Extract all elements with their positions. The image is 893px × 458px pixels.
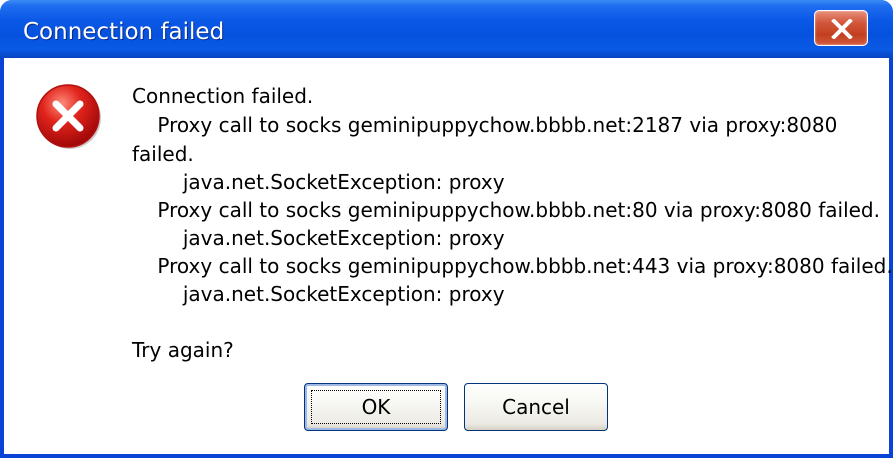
message-line: java.net.SocketException: proxy: [132, 282, 505, 306]
ok-button-label: OK: [361, 395, 391, 419]
message-line: java.net.SocketException: proxy: [132, 226, 505, 250]
message-line: Proxy call to socks geminipuppychow.bbbb…: [132, 113, 838, 137]
message-line: Proxy call to socks geminipuppychow.bbbb…: [132, 254, 893, 278]
ok-button[interactable]: OK: [304, 383, 448, 431]
dialog-body: Connection failed. Proxy call to socks g…: [4, 58, 893, 454]
close-icon: [831, 19, 853, 39]
cancel-button[interactable]: Cancel: [464, 383, 608, 431]
message-line: java.net.SocketException: proxy: [132, 170, 505, 194]
message-line: Proxy call to socks geminipuppychow.bbbb…: [132, 198, 880, 222]
window-title: Connection failed: [23, 19, 225, 45]
message-line: failed.: [132, 142, 194, 166]
question-text: Try again?: [132, 338, 234, 362]
message-line: Connection failed.: [132, 84, 314, 108]
dialog-window: Connection failed Connection failed. Pro…: [0, 0, 893, 458]
close-button[interactable]: [814, 10, 868, 46]
cancel-button-label: Cancel: [502, 395, 570, 419]
title-bar[interactable]: Connection failed: [0, 0, 893, 58]
error-icon: [36, 84, 101, 149]
